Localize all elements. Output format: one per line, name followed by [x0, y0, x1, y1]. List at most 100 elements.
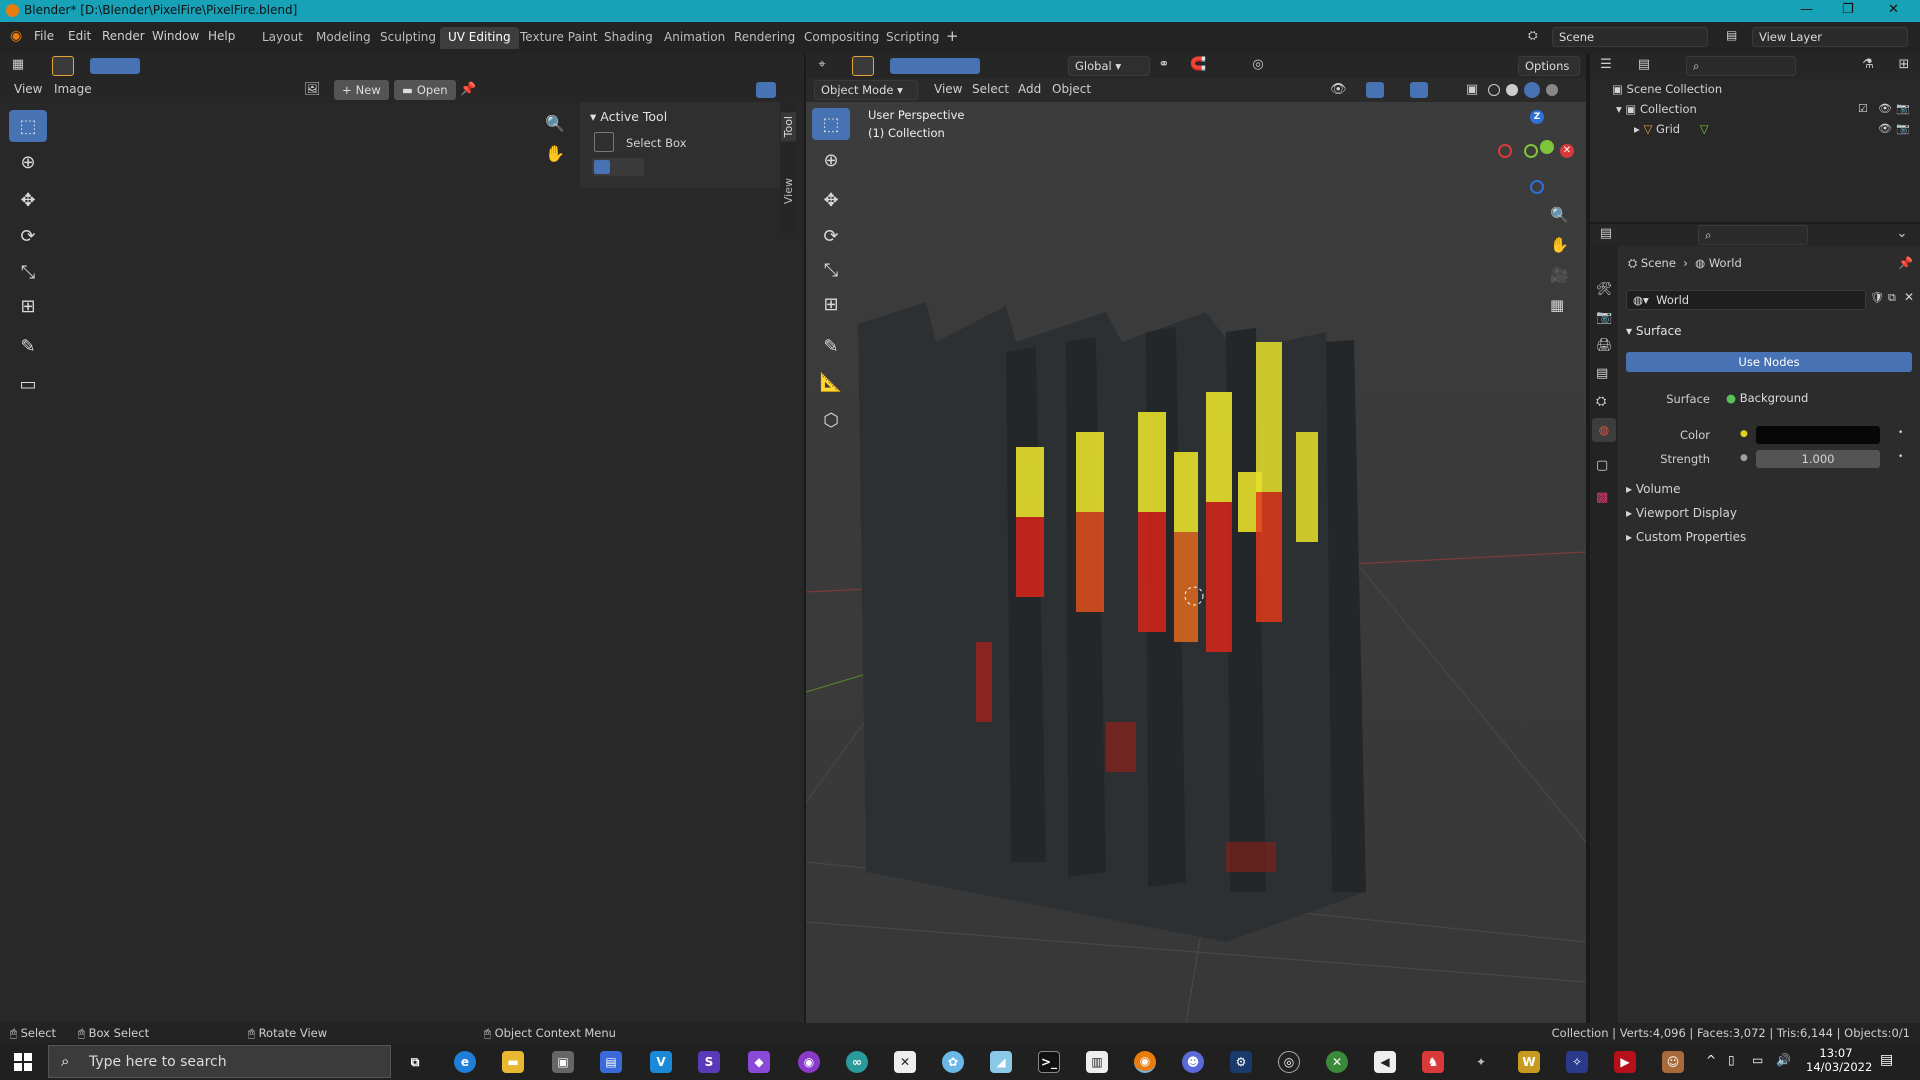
scene-field[interactable]: Scene	[1552, 27, 1708, 47]
menu-window[interactable]: Window	[152, 29, 199, 43]
mode-dropdown[interactable]: Object Mode ▾	[814, 80, 918, 100]
app-icon-12[interactable]: W	[1518, 1051, 1540, 1073]
vp-move-tool-icon[interactable]: ✥	[812, 184, 850, 216]
viewport-select-tool-icon[interactable]	[852, 56, 874, 76]
surface-panel-header[interactable]: ▾ Surface	[1626, 324, 1682, 338]
discord-icon[interactable]: ☻	[1182, 1051, 1204, 1073]
viewport-select-mode-icon[interactable]	[890, 58, 980, 74]
restore-icon[interactable]: ❐	[1842, 2, 1854, 17]
outliner-object-grid[interactable]: ▸ ▽ Grid ▽	[1634, 122, 1709, 136]
world-name-field[interactable]: ◍▾ World	[1626, 290, 1866, 310]
outliner[interactable]: ☰ ▤ ⌕ ⚗ ⊞ ▣ Scene Collection ▾ ▣ Collect…	[1590, 54, 1920, 222]
vp-cursor-tool-icon[interactable]: ⊕	[812, 144, 850, 176]
uv-editor[interactable]: ▦ View Image 🖼 + New ▬ Open 📌 ⬚ ⊕ ✥ ⟳ ⤡ ⊞ …	[0, 54, 804, 1023]
outliner-editor-type-icon[interactable]: ☰	[1598, 57, 1614, 73]
volume-panel-header[interactable]: ▸ Volume	[1626, 482, 1680, 496]
gizmo-neg-z-axis[interactable]	[1530, 180, 1544, 194]
windows-start-icon[interactable]	[14, 1053, 32, 1071]
tab-modeling[interactable]: Modeling	[308, 27, 379, 49]
wireframe-shading-icon[interactable]	[1488, 84, 1500, 96]
grid-visibility-icon[interactable]: 👁	[1878, 122, 1892, 135]
vp-add-cube-tool-icon[interactable]: ⬡	[812, 404, 850, 436]
outliner-scene-collection[interactable]: ▣ Scene Collection	[1612, 82, 1722, 96]
edge-icon[interactable]: e	[454, 1051, 476, 1073]
app-icon-8[interactable]: ▥	[1086, 1051, 1108, 1073]
obs-icon[interactable]: ◎	[1278, 1051, 1300, 1073]
select-box-tool-icon[interactable]: ⬚	[9, 110, 47, 142]
tab-layout[interactable]: Layout	[254, 27, 311, 49]
scene-tab-icon[interactable]: ⛭	[1596, 394, 1606, 409]
vp-menu-object[interactable]: Object	[1052, 82, 1091, 96]
vscode-icon[interactable]: V	[650, 1051, 672, 1073]
snap-icon[interactable]: 🧲	[1190, 57, 1206, 73]
minimize-icon[interactable]: —	[1800, 2, 1813, 17]
app-icon-2[interactable]: ▤	[600, 1051, 622, 1073]
vp-transform-tool-icon[interactable]: ⊞	[812, 288, 850, 320]
strength-keyframe-icon[interactable]: •	[1898, 452, 1903, 462]
view-layer-tab-icon[interactable]: ▤	[1596, 366, 1608, 381]
taskbar-clock[interactable]: 13:07 14/03/2022	[1806, 1046, 1872, 1074]
vp-annotate-tool-icon[interactable]: ✎	[812, 330, 850, 362]
fake-user-icon[interactable]: 🛡	[1870, 291, 1884, 304]
material-shading-icon[interactable]	[1524, 82, 1540, 98]
vp-select-box-tool-icon[interactable]: ⬚	[812, 108, 850, 140]
vp-rotate-tool-icon[interactable]: ⟳	[812, 220, 850, 252]
pan-hand-icon[interactable]: ✋	[545, 144, 565, 163]
vp-menu-select[interactable]: Select	[972, 82, 1009, 96]
app-icon-13[interactable]: ✧	[1566, 1051, 1588, 1073]
menu-render[interactable]: Render	[102, 29, 145, 43]
grab-tool-icon[interactable]: ▭	[9, 368, 47, 400]
rendered-shading-icon[interactable]	[1546, 84, 1558, 96]
texture-tab-icon[interactable]: ▩	[1596, 490, 1608, 505]
vp-measure-tool-icon[interactable]: 📐	[812, 366, 850, 398]
app-icon-4[interactable]: ∞	[846, 1051, 868, 1073]
pin-icon[interactable]: 📌	[460, 82, 476, 98]
gizmo-x-axis[interactable]: ✕	[1560, 144, 1574, 158]
close-icon[interactable]: ✕	[1888, 2, 1899, 17]
blender-menu-icon[interactable]: ◉	[10, 28, 22, 44]
app-icon-3[interactable]: S	[698, 1051, 720, 1073]
zoom-icon[interactable]: 🔍	[545, 114, 565, 133]
app-icon-11[interactable]: ✦	[1470, 1051, 1492, 1073]
options-dropdown[interactable]: Options	[1518, 56, 1580, 76]
solid-shading-icon[interactable]	[1506, 84, 1518, 96]
menu-view[interactable]: View	[14, 82, 42, 96]
duplicate-world-icon[interactable]: ⧉	[1888, 291, 1896, 305]
visibility-icon[interactable]: 👁	[1330, 82, 1347, 98]
pivot-icon[interactable]: ⚭	[1156, 57, 1172, 73]
app-icon-14[interactable]: ▶	[1614, 1051, 1636, 1073]
render-tab-icon[interactable]: 📷	[1596, 310, 1612, 325]
gizmo-neg-x-axis[interactable]	[1498, 144, 1512, 158]
properties-editor[interactable]: ▤ ⌕ ⌄ 🛠 📷 🖨 ▤ ⛭ ◍ ▢ ▩ ⛭ Scene › ◍ World …	[1590, 224, 1920, 1023]
tray-chevron-icon[interactable]: ^	[1706, 1053, 1716, 1067]
scene-icon[interactable]: ⛭	[1528, 28, 1538, 43]
app-icon-7[interactable]: ◢	[990, 1051, 1012, 1073]
select-tool-icon[interactable]	[52, 56, 74, 76]
strength-field[interactable]: 1.000	[1756, 450, 1880, 468]
task-view-icon[interactable]: ⧉	[404, 1051, 426, 1073]
gizmo-neg-y-axis[interactable]	[1524, 144, 1538, 158]
camera-view-icon[interactable]: 🎥	[1550, 266, 1569, 284]
steam-icon[interactable]: ⚙	[1230, 1051, 1252, 1073]
outliner-collection[interactable]: ▾ ▣ Collection	[1616, 102, 1697, 116]
vp-menu-view[interactable]: View	[934, 82, 962, 96]
new-image-button[interactable]: + New	[334, 80, 389, 100]
visual-studio-icon[interactable]: ◆	[748, 1051, 770, 1073]
vp-menu-add[interactable]: Add	[1018, 82, 1041, 96]
tab-sculpting[interactable]: Sculpting	[372, 27, 444, 49]
open-image-button[interactable]: ▬ Open	[394, 80, 456, 100]
xray-icon[interactable]: ▣	[1464, 82, 1480, 98]
image-browse-icon[interactable]: 🖼	[304, 82, 321, 98]
perspective-toggle-icon[interactable]: ▦	[1550, 296, 1564, 314]
view-layer-icon[interactable]: ▤	[1726, 28, 1737, 42]
tab-shading[interactable]: Shading	[596, 27, 661, 49]
battery-icon[interactable]: ▯	[1728, 1053, 1735, 1067]
github-icon[interactable]: ◉	[798, 1051, 820, 1073]
world-color-swatch[interactable]	[1756, 426, 1880, 444]
3d-viewport[interactable]: ⌖ Global ▾ ⚭ 🧲 ◎ Options Object Mode ▾ V…	[806, 54, 1586, 1023]
tab-scripting[interactable]: Scripting	[878, 27, 947, 49]
pin-properties-icon[interactable]: 📌	[1898, 256, 1913, 270]
use-nodes-button[interactable]: Use Nodes	[1626, 352, 1912, 372]
collection-tab-icon[interactable]: ▢	[1596, 458, 1608, 473]
unlink-world-icon[interactable]: ✕	[1904, 290, 1914, 304]
